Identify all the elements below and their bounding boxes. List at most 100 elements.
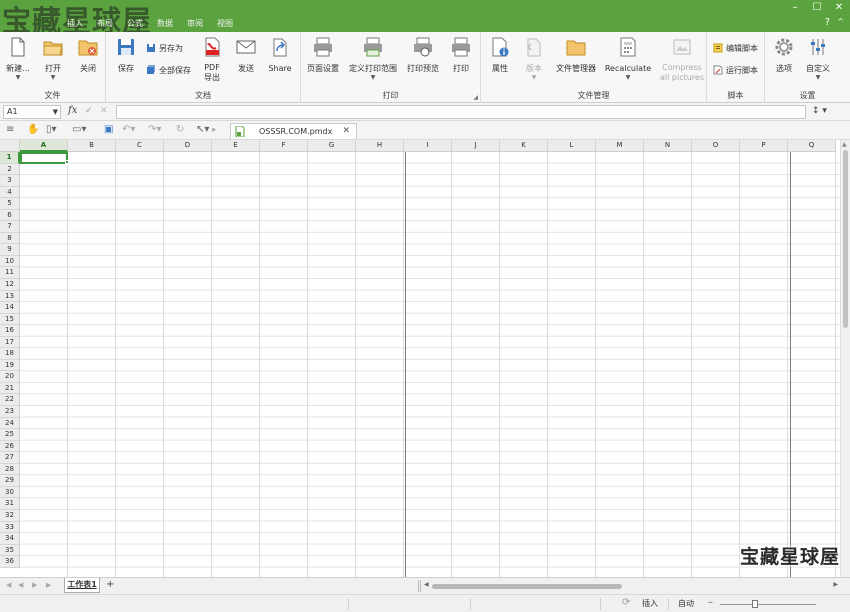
row-header-30[interactable]: 30 bbox=[0, 486, 20, 499]
zoom-track[interactable] bbox=[720, 604, 816, 605]
file-manager-button[interactable]: 文件管理器 bbox=[556, 36, 596, 74]
row-header-13[interactable]: 13 bbox=[0, 290, 20, 303]
row-header-19[interactable]: 19 bbox=[0, 359, 20, 372]
row-header-20[interactable]: 20 bbox=[0, 371, 20, 383]
customize-button[interactable]: 自定义 ▼ bbox=[802, 36, 834, 82]
row-header-8[interactable]: 8 bbox=[0, 232, 20, 245]
formula-expand-icon[interactable]: ↕ ▾ bbox=[812, 106, 827, 116]
tab-2[interactable]: 布局 bbox=[90, 16, 120, 32]
row-header-6[interactable]: 6 bbox=[0, 209, 20, 222]
more-icon[interactable]: » bbox=[211, 124, 216, 136]
row-header-17[interactable]: 17 bbox=[0, 336, 20, 349]
row-header-35[interactable]: 35 bbox=[0, 544, 20, 557]
row-header-21[interactable]: 21 bbox=[0, 382, 20, 395]
chevron-down-icon[interactable]: ▼ bbox=[53, 106, 58, 118]
name-box[interactable]: A1 ▼ bbox=[3, 105, 61, 119]
column-header-e[interactable]: E bbox=[212, 140, 260, 152]
row-header-18[interactable]: 18 bbox=[0, 348, 20, 360]
horizontal-scrollbar[interactable]: ◀ ▶ bbox=[422, 581, 840, 592]
row-header-33[interactable]: 33 bbox=[0, 521, 20, 534]
row-header-7[interactable]: 7 bbox=[0, 221, 20, 233]
dialog-launcher-icon[interactable]: ◢ bbox=[473, 94, 478, 101]
vertical-scroll-thumb[interactable] bbox=[843, 150, 848, 328]
horizontal-scroll-thumb[interactable] bbox=[432, 584, 622, 589]
last-sheet-icon[interactable]: ▶ bbox=[46, 581, 51, 589]
row-header-26[interactable]: 26 bbox=[0, 440, 20, 453]
column-header-k[interactable]: K bbox=[500, 140, 548, 152]
refresh-icon[interactable]: ⟳ bbox=[622, 597, 630, 608]
maximize-button[interactable]: ☐ bbox=[806, 0, 828, 16]
row-header-5[interactable]: 5 bbox=[0, 198, 20, 210]
save-all-button[interactable]: 全部保存 bbox=[146, 63, 191, 77]
column-header-a[interactable]: A bbox=[20, 140, 68, 152]
row-header-25[interactable]: 25 bbox=[0, 429, 20, 441]
calc-mode[interactable]: 自动 bbox=[678, 598, 694, 609]
column-header-h[interactable]: H bbox=[356, 140, 404, 152]
run-script-button[interactable]: 运行脚本 bbox=[713, 63, 758, 77]
row-header-29[interactable]: 29 bbox=[0, 475, 20, 487]
pdf-export-button[interactable]: PDF 导出 bbox=[196, 36, 228, 83]
close-button[interactable]: ✕ bbox=[828, 0, 850, 16]
new-button[interactable]: 新建... ▼ bbox=[2, 36, 34, 82]
save-button[interactable]: 保存 bbox=[110, 36, 142, 74]
undo-icon[interactable]: ↶▾ bbox=[122, 124, 135, 136]
first-sheet-icon[interactable]: ◀ bbox=[6, 581, 11, 589]
column-header-c[interactable]: C bbox=[116, 140, 164, 152]
row-header-16[interactable]: 16 bbox=[0, 325, 20, 337]
column-header-b[interactable]: B bbox=[68, 140, 116, 152]
tab-5[interactable]: 审阅 bbox=[180, 16, 210, 32]
help-button[interactable]: ? bbox=[825, 17, 830, 28]
row-header-36[interactable]: 36 bbox=[0, 556, 20, 568]
tab-1[interactable]: 插入 bbox=[60, 16, 90, 32]
tab-3[interactable]: 公式 bbox=[120, 16, 150, 32]
sheet-tab[interactable]: 工作表1 bbox=[64, 578, 100, 593]
column-header-l[interactable]: L bbox=[548, 140, 596, 152]
prev-sheet-icon[interactable]: ◀ bbox=[18, 581, 23, 589]
column-header-d[interactable]: D bbox=[164, 140, 212, 152]
row-header-34[interactable]: 34 bbox=[0, 533, 20, 545]
column-header-i[interactable]: I bbox=[404, 140, 452, 152]
zoom-slider[interactable]: – bbox=[708, 597, 828, 610]
tab-4[interactable]: 数据 bbox=[150, 16, 180, 32]
add-sheet-button[interactable]: + bbox=[106, 579, 114, 590]
row-header-32[interactable]: 32 bbox=[0, 509, 20, 522]
row-header-12[interactable]: 12 bbox=[0, 279, 20, 291]
row-header-15[interactable]: 15 bbox=[0, 313, 20, 326]
compress-pictures-button[interactable]: Compress all pictures bbox=[660, 36, 704, 83]
row-header-11[interactable]: 11 bbox=[0, 267, 20, 280]
minimize-button[interactable]: – bbox=[784, 0, 806, 16]
row-header-31[interactable]: 31 bbox=[0, 498, 20, 510]
formula-input[interactable] bbox=[116, 105, 806, 119]
select-all-corner[interactable] bbox=[0, 140, 20, 152]
pointer-icon[interactable]: ↖▾ bbox=[196, 124, 209, 136]
print-button[interactable]: 打印 bbox=[445, 36, 477, 74]
tab-6[interactable]: 视图 bbox=[210, 16, 240, 32]
redo-icon[interactable]: ↷▾ bbox=[148, 124, 161, 136]
cell-area[interactable] bbox=[20, 152, 840, 577]
save-as-button[interactable]: 另存为 bbox=[146, 41, 183, 55]
row-header-1[interactable]: 1 bbox=[0, 152, 20, 164]
fill-handle[interactable] bbox=[65, 160, 69, 164]
row-header-4[interactable]: 4 bbox=[0, 186, 20, 199]
open-folder-icon[interactable]: ▭▾ bbox=[72, 124, 86, 136]
menu-icon[interactable]: ≡ bbox=[6, 124, 14, 136]
column-header-p[interactable]: P bbox=[740, 140, 788, 152]
row-header-27[interactable]: 27 bbox=[0, 452, 20, 464]
column-header-n[interactable]: N bbox=[644, 140, 692, 152]
horizontal-split-handle[interactable] bbox=[418, 580, 421, 592]
scroll-left-icon[interactable]: ◀ bbox=[424, 581, 429, 588]
insert-mode[interactable]: 插入 bbox=[642, 598, 658, 609]
column-header-g[interactable]: G bbox=[308, 140, 356, 152]
document-tab[interactable]: OSSSR.COM.pmdx ✕ bbox=[230, 123, 357, 139]
page-setup-button[interactable]: 页面设置 bbox=[307, 36, 339, 74]
row-header-23[interactable]: 23 bbox=[0, 406, 20, 418]
close-tab-icon[interactable]: ✕ bbox=[342, 124, 350, 138]
row-header-10[interactable]: 10 bbox=[0, 255, 20, 268]
row-header-3[interactable]: 3 bbox=[0, 175, 20, 187]
function-icon[interactable]: fx bbox=[68, 105, 77, 116]
column-header-q[interactable]: Q bbox=[788, 140, 836, 152]
vertical-scrollbar[interactable]: ▲ bbox=[840, 140, 850, 577]
row-header-28[interactable]: 28 bbox=[0, 463, 20, 476]
column-header-f[interactable]: F bbox=[260, 140, 308, 152]
repeat-icon[interactable]: ↻ bbox=[176, 124, 184, 136]
